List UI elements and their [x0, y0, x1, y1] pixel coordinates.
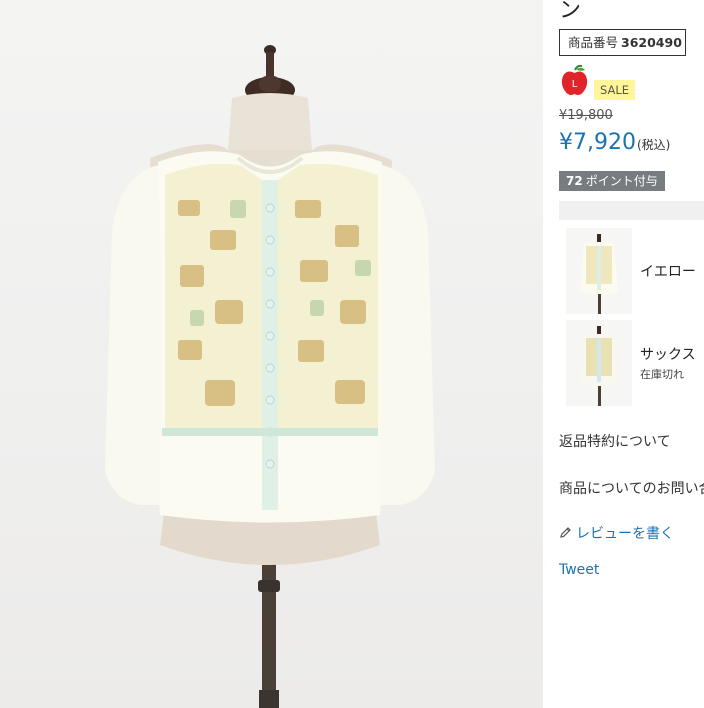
- product-code-value: 3620490: [621, 35, 682, 50]
- write-review-label: レビューを書く: [576, 526, 674, 542]
- points-badge: 72 ポイント付与: [559, 171, 665, 191]
- tweet-link[interactable]: Tweet: [559, 562, 599, 578]
- pencil-icon: [559, 526, 572, 542]
- variant-option-yellow[interactable]: イエロー: [559, 228, 704, 318]
- variant-name: イエロー: [640, 264, 696, 280]
- product-title: ン: [559, 0, 582, 23]
- apple-icon: L: [560, 64, 589, 97]
- points-label: ポイント付与: [585, 174, 658, 188]
- original-price: ¥19,800: [559, 108, 613, 123]
- sale-price-value: ¥7,920: [559, 130, 636, 155]
- product-info-panel: ン 商品番号 3620490 L SALE ¥19,800 ¥7,920(税込) …: [559, 0, 704, 708]
- returns-policy-link[interactable]: 返品特約について: [559, 431, 671, 451]
- write-review-link[interactable]: レビューを書く: [559, 523, 674, 543]
- divider-bar: [559, 201, 704, 220]
- size-letter: L: [572, 79, 578, 90]
- tax-label: (税込): [636, 138, 671, 152]
- variant-name: サックス: [640, 347, 696, 363]
- variant-stock-status: 在庫切れ: [640, 368, 684, 381]
- sale-badge: SALE: [594, 80, 636, 100]
- product-inquiry-link[interactable]: 商品についてのお問い合: [559, 478, 704, 498]
- product-main-image[interactable]: [0, 0, 543, 708]
- variant-thumbnail[interactable]: [566, 228, 632, 314]
- points-value: 72: [566, 174, 583, 188]
- product-code-label: 商品番号: [568, 35, 619, 50]
- sale-price: ¥7,920(税込): [559, 130, 670, 155]
- variant-option-sax[interactable]: サックス 在庫切れ: [559, 320, 704, 410]
- variant-thumbnail[interactable]: [566, 320, 632, 406]
- product-code-box: 商品番号 3620490: [559, 29, 686, 56]
